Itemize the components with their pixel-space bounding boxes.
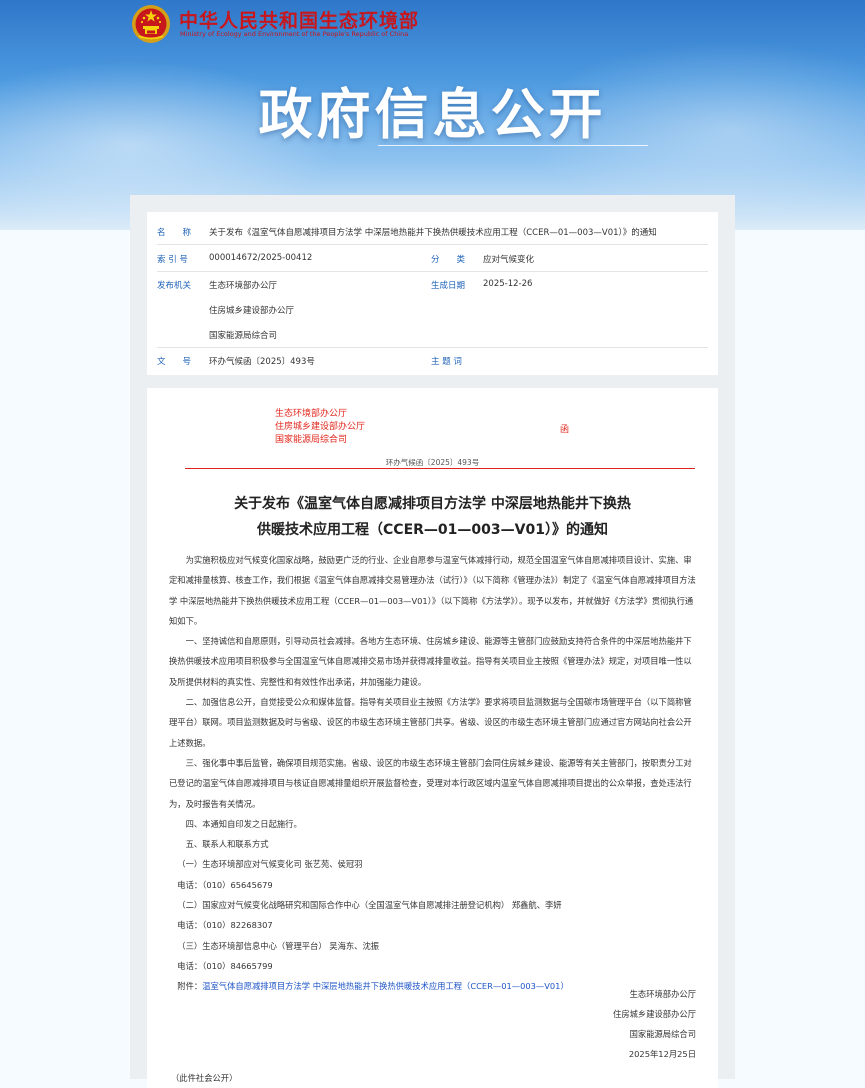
org-value: 住房城乡建设部办公厅 bbox=[209, 306, 295, 316]
document-body: 生态环境部办公厅 住房城乡建设部办公厅 国家能源局综合司 函 环办气候函〔202… bbox=[147, 388, 718, 1088]
document-text: 为实施积极应对气候变化国家战略，鼓励更广泛的行业、企业自愿参与温室气体减排行动，… bbox=[169, 550, 697, 997]
national-emblem-icon[interactable] bbox=[131, 4, 171, 44]
paragraph: 五、联系人和联系方式 bbox=[185, 839, 269, 850]
docno-label: 文 号 bbox=[157, 357, 192, 367]
contact-org: （三）生态环境部信息中心（管理平台） 吴海东、沈振 bbox=[177, 940, 380, 951]
divider bbox=[157, 347, 708, 348]
document-title: 关于发布《温室气体自愿减排项目方法学 中深层地热能井下换热 供暖技术应用工程（C… bbox=[147, 491, 718, 543]
issuer-name: 住房城乡建设部办公厅 bbox=[275, 422, 366, 432]
letter-type: 函 bbox=[560, 425, 570, 435]
attachment-line: 附件：温室气体自愿减排项目方法学 中深层地热能井下换热供暖技术应用工程（CCER… bbox=[169, 976, 697, 996]
contact-org: （二）国家应对气候变化战略研究和国际合作中心（全国温室气体自愿减排注册登记机构）… bbox=[177, 900, 562, 911]
org-value: 生态环境部办公厅 bbox=[209, 281, 278, 291]
category-value: 应对气候变化 bbox=[483, 255, 535, 265]
docno-value: 环办气候函〔2025〕493号 bbox=[209, 357, 315, 367]
title-line: 供暖技术应用工程（CCER—01—003—V01）》的通知 bbox=[257, 522, 608, 538]
divider bbox=[157, 271, 708, 272]
org-value: 国家能源局综合司 bbox=[209, 331, 278, 341]
issuer-name: 国家能源局综合司 bbox=[275, 435, 348, 445]
contact-org: （一）生态环境部应对气候变化司 张艺苑、侯冠羽 bbox=[177, 859, 363, 870]
issuer-name: 生态环境部办公厅 bbox=[275, 409, 348, 419]
disclosure-note: （此件社会公开） bbox=[171, 1073, 238, 1083]
article-container: 名 称 关于发布《温室气体自愿减排项目方法学 中深层地热能井下换热供暖技术应用工… bbox=[130, 195, 735, 1088]
attachment-label: 附件： bbox=[177, 981, 203, 992]
sign-date: 2025年12月25日 bbox=[628, 1049, 696, 1059]
contact-tel: 电话：（010）65645679 bbox=[177, 879, 273, 890]
paragraph: 四、本通知自印发之日起施行。 bbox=[185, 818, 302, 829]
org-label: 发布机关 bbox=[157, 281, 192, 291]
index-value: 000014672/2025-00412 bbox=[209, 253, 313, 263]
category-label: 分 类 bbox=[431, 255, 466, 265]
paragraph: 一、坚持诚信和自愿原则，引导动员社会减排。各地方生态环境、住房城乡建设、能源等主… bbox=[169, 636, 692, 687]
metadata-table: 名 称 关于发布《温室气体自愿减排项目方法学 中深层地热能井下换热供暖技术应用工… bbox=[147, 212, 718, 375]
index-label: 索 引 号 bbox=[157, 255, 188, 265]
title-line: 关于发布《温室气体自愿减排项目方法学 中深层地热能井下换热 bbox=[234, 496, 631, 512]
date-label: 生成日期 bbox=[431, 281, 466, 291]
banner-title: 政府信息公开 bbox=[258, 83, 607, 146]
banner-divider bbox=[378, 145, 648, 146]
divider bbox=[157, 244, 708, 245]
ministry-name-en: Ministry of Ecology and Environment of t… bbox=[180, 30, 409, 38]
paragraph: 三、强化事中事后监管，确保项目规范实施。省级、设区的市级生态环境主管部门会同住房… bbox=[169, 757, 692, 809]
signer: 生态环境部办公厅 bbox=[629, 989, 696, 999]
contact-tel: 电话：（010）82268307 bbox=[177, 920, 273, 931]
date-value: 2025-12-26 bbox=[483, 279, 533, 289]
paragraph: 为实施积极应对气候变化国家战略，鼓励更广泛的行业、企业自愿参与温室气体减排行动，… bbox=[169, 555, 696, 626]
signer: 国家能源局综合司 bbox=[629, 1029, 696, 1039]
document-number: 环办气候函〔2025〕493号 bbox=[385, 458, 480, 467]
name-label: 名 称 bbox=[157, 228, 192, 238]
issuer-header: 生态环境部办公厅 住房城乡建设部办公厅 国家能源局综合司 bbox=[275, 408, 365, 447]
contact-tel: 电话：（010）84665799 bbox=[177, 960, 273, 971]
ministry-name-cn[interactable]: 中华人民共和国生态环境部 bbox=[179, 6, 419, 33]
paragraph: 二、加强信息公开，自觉接受公众和媒体监督。指导有关项目业主按照《方法学》要求将项… bbox=[169, 697, 692, 748]
name-value: 关于发布《温室气体自愿减排项目方法学 中深层地热能井下换热供暖技术应用工程（CC… bbox=[209, 228, 657, 238]
signer: 住房城乡建设部办公厅 bbox=[613, 1009, 696, 1019]
red-divider bbox=[185, 468, 695, 469]
attachment-link[interactable]: 温室气体自愿减排项目方法学 中深层地热能井下换热供暖技术应用工程（CCER—01… bbox=[202, 981, 569, 991]
topic-label: 主 题 词 bbox=[431, 357, 462, 367]
